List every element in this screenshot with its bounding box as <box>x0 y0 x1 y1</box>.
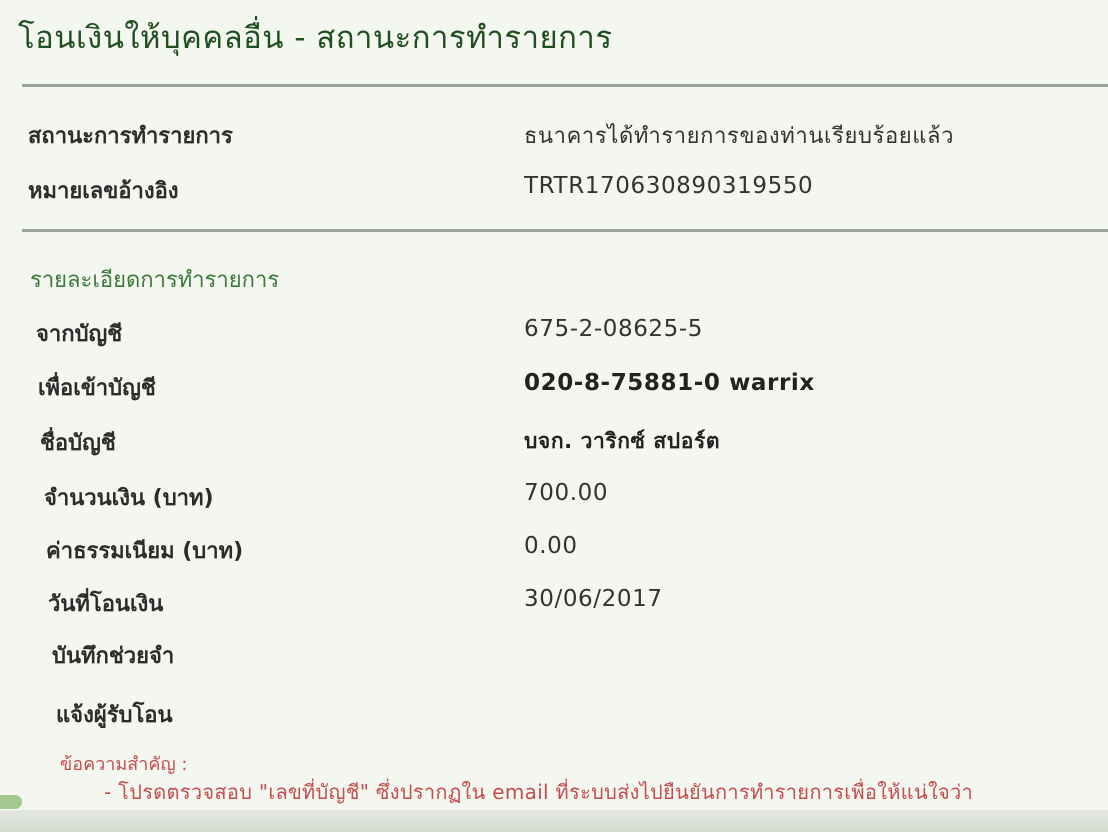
notify-recipient-label: แจ้งผู้รับโอน <box>56 703 173 728</box>
amount-row: จำนวนเงิน (บาท) 700.00 <box>0 480 1108 520</box>
status-row: สถานะการทำรายการ ธนาคารได้ทำรายการของท่า… <box>0 118 1108 158</box>
amount-value: 700.00 <box>524 480 609 506</box>
section-divider <box>22 229 1108 232</box>
memo-row: บันทึกช่วยจำ <box>0 638 1108 678</box>
fee-row: ค่าธรรมเนียม (บาท) 0.00 <box>0 533 1108 573</box>
important-note-title: ข้อความสำคัญ : <box>60 754 188 775</box>
from-account-row: จากบัญชี 675-2-08625-5 <box>0 316 1108 356</box>
important-note-line: - โปรดตรวจสอบ "เลขที่บัญชี" ซึ่งปรากฏใน … <box>104 780 974 804</box>
memo-label: บันทึกช่วยจำ <box>52 644 175 669</box>
title-divider <box>22 84 1108 87</box>
to-account-label: เพื่อเข้าบัญชี <box>38 376 156 401</box>
reference-value: TRTR170630890319550 <box>524 173 814 199</box>
account-name-label: ชื่อบัญชี <box>40 431 116 456</box>
status-label: สถานะการทำรายการ <box>28 124 233 149</box>
notify-recipient-row: แจ้งผู้รับโอน <box>0 697 1108 737</box>
left-edge-tab <box>0 795 22 809</box>
transfer-date-label: วันที่โอนเงิน <box>48 592 164 617</box>
from-account-label: จากบัญชี <box>36 322 123 347</box>
page-title: โอนเงินให้บุคคลอื่น - สถานะการทำรายการ <box>18 20 613 56</box>
status-value: ธนาคารได้ทำรายการของท่านเรียบร้อยแล้ว <box>524 124 955 149</box>
transfer-date-row: วันที่โอนเงิน 30/06/2017 <box>0 586 1108 626</box>
to-account-value: 020-8-75881-0 warrix <box>524 370 815 396</box>
to-account-row: เพื่อเข้าบัญชี 020-8-75881-0 warrix <box>0 370 1108 410</box>
reference-label: หมายเลขอ้างอิง <box>28 179 179 204</box>
transfer-date-value: 30/06/2017 <box>524 586 663 612</box>
account-name-value: บจก. วาริกซ์ สปอร์ต <box>524 429 721 453</box>
bottom-bar <box>0 810 1108 832</box>
from-account-value: 675-2-08625-5 <box>524 316 704 342</box>
fee-label: ค่าธรรมเนียม (บาท) <box>46 539 244 564</box>
account-name-row: ชื่อบัญชี บจก. วาริกซ์ สปอร์ต <box>0 425 1108 465</box>
details-heading: รายละเอียดการทำรายการ <box>30 268 280 293</box>
amount-label: จำนวนเงิน (บาท) <box>44 486 214 511</box>
fee-value: 0.00 <box>524 533 578 559</box>
reference-row: หมายเลขอ้างอิง TRTR170630890319550 <box>0 173 1108 213</box>
